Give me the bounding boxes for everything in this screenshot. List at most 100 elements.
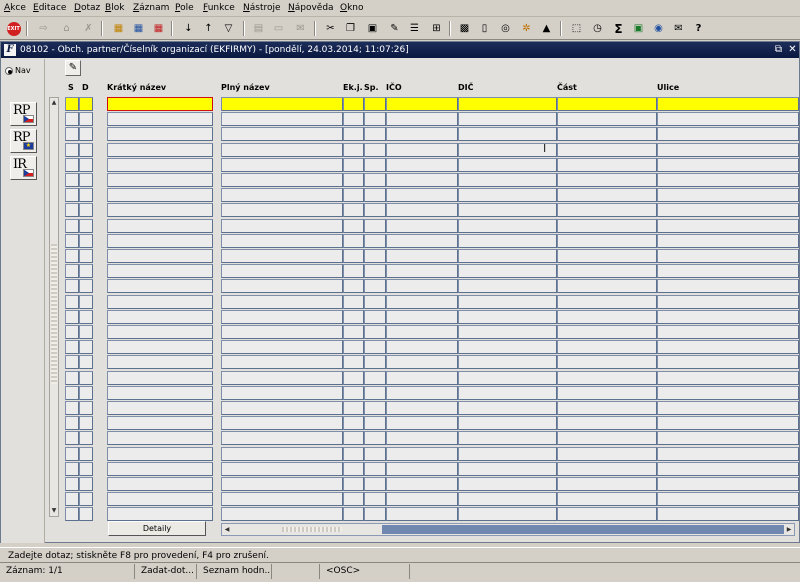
- cell-dic[interactable]: [458, 97, 557, 111]
- cell-cast[interactable]: [557, 127, 657, 142]
- column-header-ekj[interactable]: Ek.j.: [343, 83, 363, 93]
- clear-button[interactable]: ✗: [80, 20, 97, 37]
- cell-ulice[interactable]: [657, 127, 799, 142]
- cell-plny-nazev[interactable]: [221, 294, 343, 309]
- attach-button[interactable]: ▭: [270, 20, 287, 37]
- cell-d[interactable]: [79, 340, 93, 355]
- cell-ekj[interactable]: [343, 431, 364, 446]
- scroll-down-icon[interactable]: ▼: [50, 506, 58, 516]
- cell-kratky-nazev[interactable]: [107, 446, 213, 461]
- cell-sp[interactable]: [364, 294, 386, 309]
- cell-sp[interactable]: [364, 157, 386, 172]
- cell-plny-nazev[interactable]: [221, 416, 343, 431]
- cell-sp[interactable]: [364, 203, 386, 218]
- query-execute-button[interactable]: ▦: [130, 20, 147, 37]
- cell-plny-nazev[interactable]: [221, 431, 343, 446]
- cell-ekj[interactable]: [343, 309, 364, 324]
- cell-sp[interactable]: [364, 127, 386, 142]
- cell-d[interactable]: [79, 370, 93, 385]
- cell-s[interactable]: [65, 431, 79, 446]
- cell-ekj[interactable]: [343, 416, 364, 431]
- cell-ico[interactable]: [386, 355, 458, 370]
- cell-s[interactable]: [65, 370, 79, 385]
- cell-sp[interactable]: [364, 97, 386, 111]
- cell-plny-nazev[interactable]: [221, 203, 343, 218]
- cell-dic[interactable]: [458, 112, 557, 127]
- settings-button[interactable]: ✲: [518, 20, 535, 37]
- cell-cast[interactable]: [557, 385, 657, 400]
- cell-ekj[interactable]: [343, 325, 364, 339]
- cell-cast[interactable]: [557, 446, 657, 461]
- cell-dic[interactable]: [458, 233, 557, 248]
- cell-cast[interactable]: [557, 401, 657, 415]
- column-header-cast[interactable]: Část: [557, 83, 577, 93]
- cell-dic[interactable]: [458, 461, 557, 476]
- cell-cast[interactable]: [557, 112, 657, 127]
- cell-s[interactable]: [65, 233, 79, 248]
- cell-d[interactable]: [79, 112, 93, 127]
- cell-d[interactable]: [79, 477, 93, 491]
- list-button[interactable]: ☰: [406, 20, 423, 37]
- cell-plny-nazev[interactable]: [221, 127, 343, 142]
- column-header-ulice[interactable]: Ulice: [657, 83, 679, 93]
- cell-ico[interactable]: [386, 97, 458, 111]
- cell-ulice[interactable]: [657, 157, 799, 172]
- cell-ico[interactable]: [386, 401, 458, 415]
- cell-s[interactable]: [65, 325, 79, 339]
- cell-kratky-nazev[interactable]: [107, 401, 213, 415]
- cell-ico[interactable]: [386, 142, 458, 157]
- menu-item[interactable]: Akce: [4, 3, 26, 14]
- cell-plny-nazev[interactable]: [221, 97, 343, 111]
- cell-dic[interactable]: [458, 188, 557, 203]
- cell-cast[interactable]: [557, 157, 657, 172]
- cell-ico[interactable]: [386, 325, 458, 339]
- cell-ulice[interactable]: [657, 370, 799, 385]
- sort-asc-button[interactable]: ↓: [180, 20, 197, 37]
- cell-ico[interactable]: [386, 127, 458, 142]
- cell-kratky-nazev[interactable]: [107, 127, 213, 142]
- cell-plny-nazev[interactable]: [221, 264, 343, 279]
- menu-item[interactable]: Funkce: [203, 3, 235, 14]
- cell-s[interactable]: [65, 385, 79, 400]
- cell-sp[interactable]: [364, 249, 386, 263]
- cell-ekj[interactable]: [343, 188, 364, 203]
- cell-plny-nazev[interactable]: [221, 446, 343, 461]
- cell-ulice[interactable]: [657, 218, 799, 233]
- cell-s[interactable]: [65, 492, 79, 507]
- cell-ulice[interactable]: [657, 340, 799, 355]
- cell-ico[interactable]: [386, 233, 458, 248]
- cell-d[interactable]: [79, 446, 93, 461]
- cell-ulice[interactable]: [657, 249, 799, 263]
- scroll-thumb[interactable]: [382, 525, 784, 534]
- cell-plny-nazev[interactable]: [221, 188, 343, 203]
- cell-cast[interactable]: [557, 325, 657, 339]
- cell-ekj[interactable]: [343, 264, 364, 279]
- cell-kratky-nazev[interactable]: [107, 340, 213, 355]
- cell-sp[interactable]: [364, 233, 386, 248]
- cell-plny-nazev[interactable]: [221, 279, 343, 294]
- query-cancel-button[interactable]: ▦: [150, 20, 167, 37]
- cell-ulice[interactable]: [657, 385, 799, 400]
- sum-button[interactable]: Σ: [610, 20, 627, 37]
- cell-ulice[interactable]: [657, 97, 799, 111]
- menu-item[interactable]: Okno: [340, 3, 364, 14]
- cell-sp[interactable]: [364, 416, 386, 431]
- column-header-s[interactable]: S: [68, 83, 74, 93]
- cell-ulice[interactable]: [657, 294, 799, 309]
- cell-cast[interactable]: [557, 340, 657, 355]
- cell-ulice[interactable]: [657, 112, 799, 127]
- cell-ico[interactable]: [386, 157, 458, 172]
- cell-ico[interactable]: [386, 431, 458, 446]
- cell-ekj[interactable]: [343, 249, 364, 263]
- exit-button[interactable]: EXIT: [5, 20, 22, 37]
- cell-ekj[interactable]: [343, 203, 364, 218]
- cell-d[interactable]: [79, 233, 93, 248]
- cell-plny-nazev[interactable]: [221, 370, 343, 385]
- scroll-grip[interactable]: [282, 527, 342, 532]
- cell-sp[interactable]: [364, 492, 386, 507]
- cell-kratky-nazev[interactable]: [107, 325, 213, 339]
- cell-ekj[interactable]: [343, 477, 364, 491]
- globe-button[interactable]: ◎: [497, 20, 514, 37]
- cell-cast[interactable]: [557, 218, 657, 233]
- cell-cast[interactable]: [557, 370, 657, 385]
